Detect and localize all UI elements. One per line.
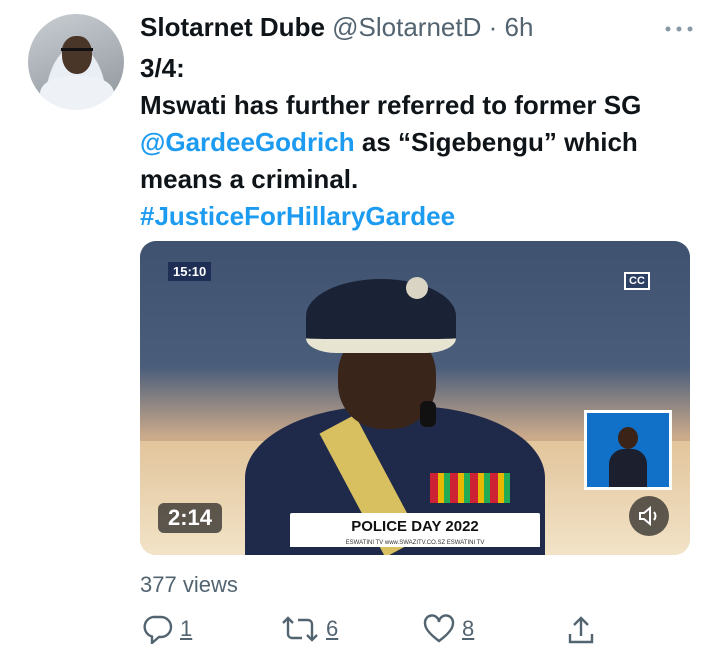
hashtag-link[interactable]: #JusticeForHillaryGardee (140, 198, 700, 235)
share-button[interactable] (566, 614, 596, 646)
video-banner: POLICE DAY 2022 (290, 513, 540, 541)
heart-icon (422, 614, 456, 644)
tweet-body: Mswati has further referred to former SG… (140, 87, 700, 198)
share-icon (566, 614, 596, 646)
video-cap-badge (406, 277, 428, 299)
video-timestamp: 15:10 (168, 262, 212, 281)
ellipsis-icon[interactable] (664, 14, 694, 40)
time-separator: · (488, 12, 498, 42)
retweet-button[interactable]: 6 (280, 614, 338, 644)
video-microphone (420, 401, 436, 427)
speaker-mute-icon[interactable] (629, 496, 669, 536)
tweet-time[interactable]: 6h (505, 12, 534, 42)
retweet-icon (280, 614, 320, 644)
video-medals (430, 473, 510, 503)
cc-label: CC (624, 272, 650, 290)
tweet-text: 3/4: Mswati has further referred to form… (140, 50, 700, 235)
video-duration: 2:14 (158, 503, 223, 533)
views-count: 377 views (140, 572, 238, 597)
reply-icon (140, 614, 174, 644)
author-handle[interactable]: @SlotarnetD (332, 12, 481, 42)
tweet-header: Slotarnet Dube @SlotarnetD · 6h (140, 10, 533, 44)
reply-button[interactable]: 1 (140, 614, 192, 644)
author-name[interactable]: Slotarnet Dube (140, 12, 325, 42)
like-count: 8 (462, 616, 475, 641)
retweet-count: 6 (326, 616, 339, 641)
avatar[interactable] (28, 14, 124, 110)
video-player[interactable]: 15:10 CC POLICE DAY 2022 ESWATINI TV www… (140, 241, 690, 555)
video-banner-links: ESWATINI TV www.SWAZITV.CO.SZ ESWATINI T… (290, 539, 540, 547)
tweet-line-1: 3/4: (140, 53, 185, 83)
mention-link[interactable]: @GardeeGodrich (140, 127, 355, 157)
tweet-text-before-mention: Mswati has further referred to former SG (140, 90, 642, 120)
closed-caption-icon: CC (612, 261, 662, 301)
video-cap (306, 279, 456, 353)
like-button[interactable]: 8 (422, 614, 474, 644)
sign-language-inset (584, 410, 672, 490)
reply-count: 1 (180, 616, 193, 641)
